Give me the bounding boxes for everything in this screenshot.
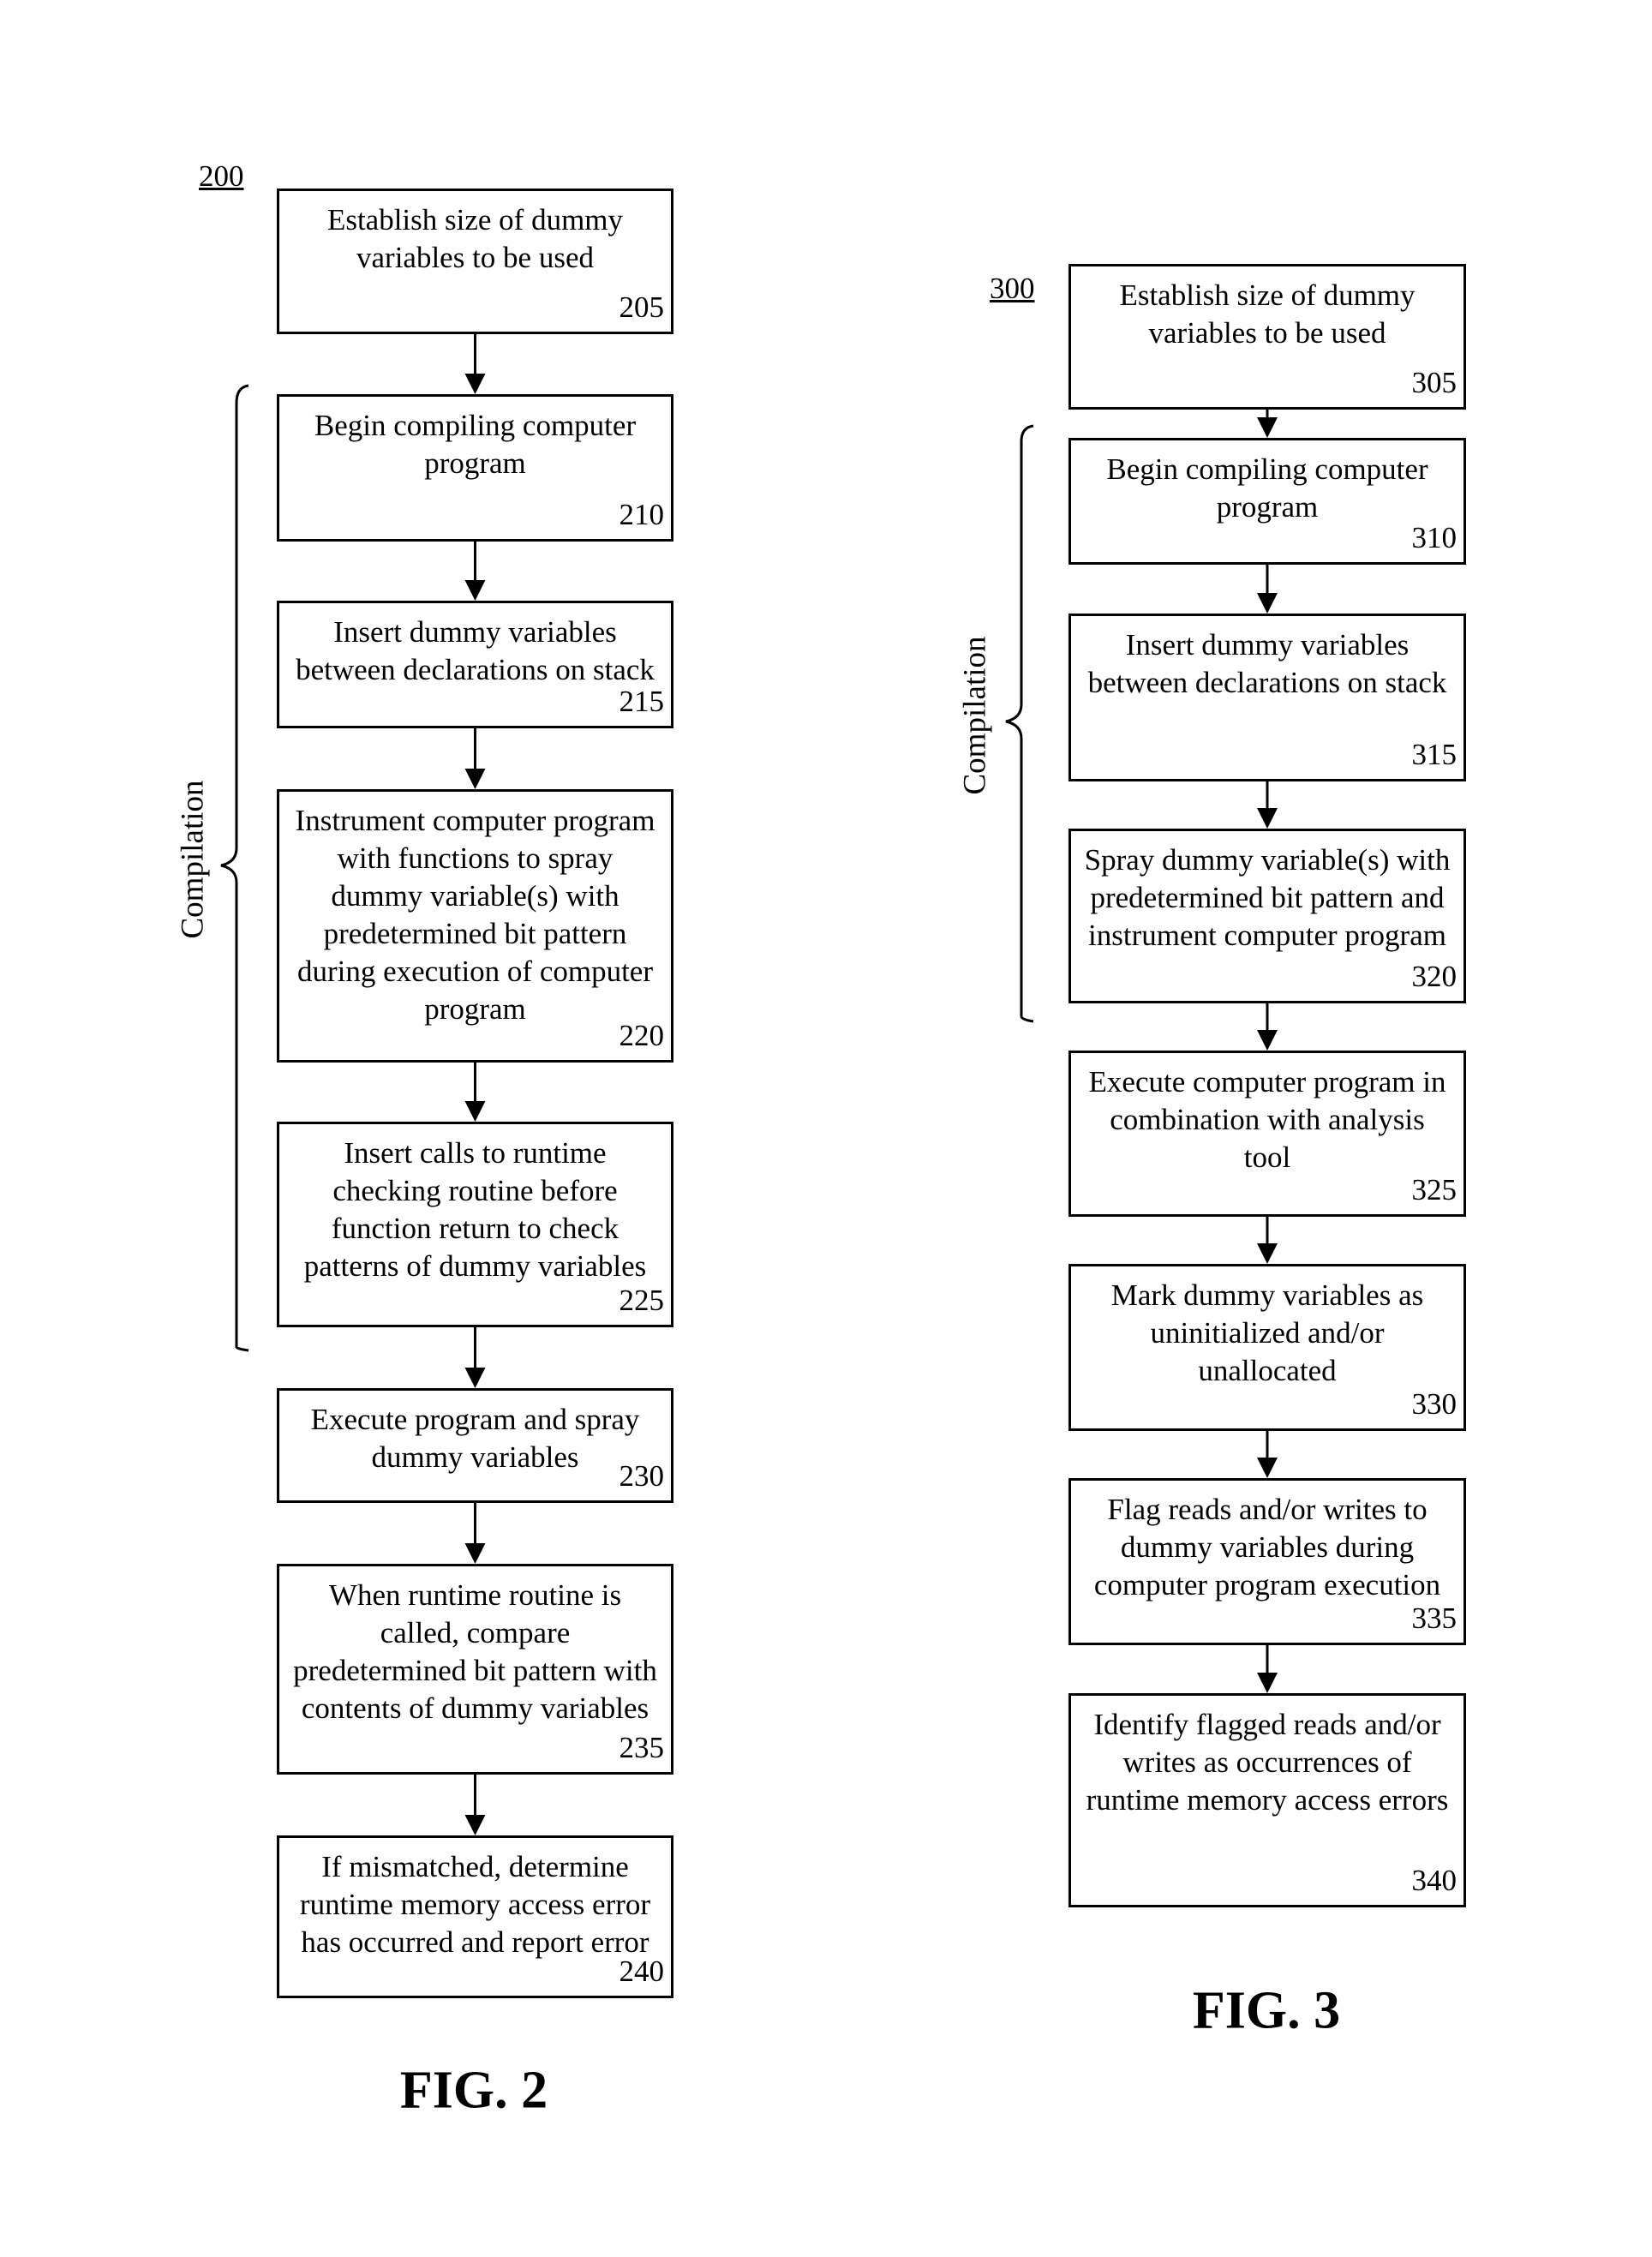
step-box-225: Insert calls to runtime checking routine… xyxy=(277,1122,673,1327)
step-text: Insert dummy variables between declarati… xyxy=(1087,628,1447,699)
step-text: Insert calls to runtime checking routine… xyxy=(303,1136,647,1283)
step-box-205: Establish size of dummy variables to be … xyxy=(277,189,673,334)
arrowhead-icon xyxy=(1257,593,1278,614)
arrowhead-icon xyxy=(1257,417,1278,438)
step-text: Execute program and spray dummy variable… xyxy=(310,1403,640,1474)
step-number: 205 xyxy=(619,290,665,324)
step-number: 240 xyxy=(619,1955,665,1988)
step-box-320: Spray dummy variable(s) with predetermin… xyxy=(1068,829,1466,1003)
step-number: 310 xyxy=(1411,521,1457,554)
step-number: 215 xyxy=(619,685,665,718)
arrowhead-icon xyxy=(464,580,486,601)
arrowhead-icon xyxy=(464,1815,486,1835)
step-text: Execute computer program in combination … xyxy=(1088,1065,1446,1174)
step-box-210: Begin compiling computer program 210 xyxy=(277,394,673,542)
step-text: Begin compiling computer program xyxy=(314,409,637,480)
step-text: Identify flagged reads and/or writes as … xyxy=(1086,1708,1449,1817)
arrowhead-icon xyxy=(1257,808,1278,829)
step-number: 230 xyxy=(619,1459,665,1493)
arrowhead-icon xyxy=(1257,1673,1278,1693)
step-text: Establish size of dummy variables to be … xyxy=(1119,278,1416,350)
step-text: Mark dummy variables as uninitialized an… xyxy=(1110,1278,1424,1387)
arrowhead-icon xyxy=(464,1368,486,1388)
step-text: Establish size of dummy variables to be … xyxy=(326,203,624,274)
step-box-220: Instrument computer program with functio… xyxy=(277,789,673,1063)
step-box-230: Execute program and spray dummy variable… xyxy=(277,1388,673,1503)
step-text: Insert dummy variables between declarati… xyxy=(296,615,655,686)
arrowhead-icon xyxy=(1257,1243,1278,1264)
arrowhead-icon xyxy=(464,1101,486,1122)
step-box-215: Insert dummy variables between declarati… xyxy=(277,601,673,728)
step-box-335: Flag reads and/or writes to dummy variab… xyxy=(1068,1478,1466,1645)
step-text: Spray dummy variable(s) with predetermin… xyxy=(1084,843,1451,952)
step-box-235: When runtime routine is called, compare … xyxy=(277,1564,673,1775)
step-number: 315 xyxy=(1411,738,1457,771)
step-box-315: Insert dummy variables between declarati… xyxy=(1068,614,1466,781)
step-box-310: Begin compiling computer program 310 xyxy=(1068,438,1466,565)
compilation-label-fig3: Compilation xyxy=(957,636,993,795)
step-box-240: If mismatched, determine runtime memory … xyxy=(277,1835,673,1998)
arrowhead-icon xyxy=(464,769,486,789)
step-text: If mismatched, determine runtime memory … xyxy=(299,1850,651,1959)
figure-caption-fig2: FIG. 2 xyxy=(399,2061,548,2120)
step-number: 225 xyxy=(619,1284,665,1317)
step-box-325: Execute computer program in combination … xyxy=(1068,1051,1466,1217)
compilation-label-fig2: Compilation xyxy=(175,780,211,939)
arrowhead-icon xyxy=(1257,1030,1278,1051)
figure-ref-300: 300 xyxy=(990,272,1035,305)
compilation-brace-fig2 xyxy=(220,384,249,1352)
step-box-330: Mark dummy variables as uninitialized an… xyxy=(1068,1264,1466,1431)
arrowhead-icon xyxy=(464,374,486,394)
figure-caption-fig3: FIG. 3 xyxy=(1192,1981,1341,2040)
step-number: 335 xyxy=(1411,1601,1457,1635)
step-number: 325 xyxy=(1411,1173,1457,1206)
step-number: 320 xyxy=(1411,960,1457,993)
figure-ref-200: 200 xyxy=(199,159,244,193)
step-text: Begin compiling computer program xyxy=(1106,452,1428,524)
step-number: 305 xyxy=(1411,366,1457,399)
step-number: 340 xyxy=(1411,1864,1457,1897)
step-number: 220 xyxy=(619,1019,665,1052)
arrowhead-icon xyxy=(1257,1458,1278,1478)
step-text: Instrument computer program with functio… xyxy=(295,804,655,1026)
step-box-305: Establish size of dummy variables to be … xyxy=(1068,264,1466,410)
step-box-340: Identify flagged reads and/or writes as … xyxy=(1068,1693,1466,1907)
step-number: 235 xyxy=(619,1731,665,1764)
step-number: 210 xyxy=(619,498,665,531)
step-text: Flag reads and/or writes to dummy variab… xyxy=(1093,1493,1441,1601)
step-number: 330 xyxy=(1411,1387,1457,1421)
compilation-brace-fig3 xyxy=(1005,424,1034,1023)
arrowhead-icon xyxy=(464,1543,486,1564)
step-text: When runtime routine is called, compare … xyxy=(293,1578,657,1725)
